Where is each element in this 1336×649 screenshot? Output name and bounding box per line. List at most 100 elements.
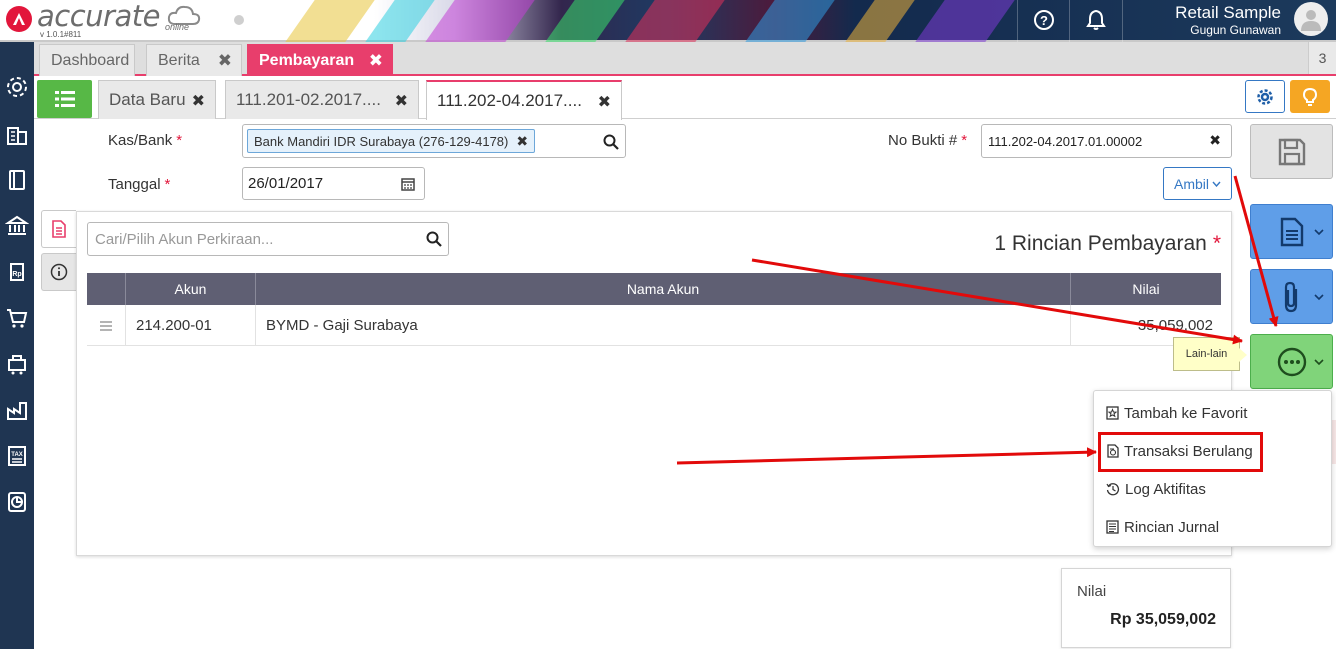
more-actions-button[interactable]: [1250, 334, 1333, 389]
akun-search-input[interactable]: Cari/Pilih Akun Perkiraan...: [87, 222, 449, 256]
total-summary-box: Nilai Rp 35,059,002: [1061, 568, 1231, 648]
app-version: v 1.0.1#811: [40, 30, 82, 39]
user-name[interactable]: Gugun Gunawan: [1190, 23, 1281, 37]
menu-item-label: Tambah ke Favorit: [1124, 404, 1248, 422]
tips-button[interactable]: [1290, 80, 1330, 113]
list-icon: [54, 91, 75, 107]
menu-item-rincian-jurnal[interactable]: Rincian Jurnal: [1106, 516, 1219, 538]
favorite-icon: [1106, 406, 1119, 420]
cell-nama-akun: BYMD - Gaji Surabaya: [256, 305, 1071, 346]
shopping-cart-icon[interactable]: [0, 298, 34, 338]
save-button[interactable]: [1250, 124, 1333, 179]
total-value: Rp 35,059,002: [1110, 611, 1216, 628]
column-header-nilai[interactable]: Nilai: [1071, 273, 1221, 305]
logo-text: accurate: [37, 0, 160, 33]
column-header-nama-akun[interactable]: Nama Akun: [256, 273, 1071, 305]
tab-dashboard[interactable]: Dashboard: [39, 44, 135, 76]
bank-icon[interactable]: [0, 206, 34, 246]
save-disk-icon: [1278, 138, 1305, 165]
company-name[interactable]: Retail Sample: [1175, 3, 1281, 23]
module-tab-bar: Dashboard Berita ✖ Pembayaran ✖ 3: [34, 42, 1336, 76]
tax-icon[interactable]: TAX: [0, 436, 34, 476]
kas-bank-field[interactable]: Bank Mandiri IDR Surabaya (276-129-4178)…: [242, 124, 626, 158]
ledger-book-icon[interactable]: [0, 160, 34, 200]
tanggal-label: Tanggal *: [108, 176, 170, 193]
menu-item-log-aktifitas[interactable]: Log Aktifitas: [1106, 478, 1206, 500]
tab-label: Berita: [158, 51, 200, 69]
tab-detail-document[interactable]: [41, 210, 76, 248]
cell-akun: 214.200-01: [126, 305, 256, 346]
accurate-logo-icon[interactable]: [6, 6, 32, 32]
header-divider: [1122, 0, 1123, 42]
document-icon: [52, 220, 66, 238]
no-bukti-field[interactable]: 111.202-04.2017.01.00002 ✖: [981, 124, 1232, 158]
payment-rp-icon[interactable]: Rp: [0, 252, 34, 292]
menu-item-tambah-favorit[interactable]: Tambah ke Favorit: [1106, 402, 1247, 424]
calendar-icon[interactable]: [401, 177, 415, 191]
clear-icon[interactable]: ✖: [1209, 132, 1221, 149]
logo-suffix: online: [165, 22, 190, 32]
search-icon[interactable]: [426, 231, 442, 247]
attachment-button[interactable]: [1250, 269, 1333, 324]
close-icon[interactable]: ✖: [395, 91, 408, 111]
remove-chip-icon[interactable]: ✖: [516, 133, 528, 150]
list-view-button[interactable]: [37, 80, 92, 118]
tab-label: Pembayaran: [259, 51, 355, 69]
document-tab-bar: Data Baru ✖ 111.201-02.2017.... ✖ 111.20…: [34, 76, 1336, 120]
print-document-button[interactable]: [1250, 204, 1333, 259]
doc-tab-111-201[interactable]: 111.201-02.2017.... ✖: [225, 80, 419, 119]
date-value: 26/01/2017: [248, 175, 324, 192]
chip-value: Bank Mandiri IDR Surabaya (276-129-4178): [254, 133, 509, 149]
company-building-icon[interactable]: [0, 114, 34, 154]
notification-bell-icon[interactable]: [1086, 9, 1106, 34]
tab-berita[interactable]: Berita ✖: [146, 44, 242, 76]
header-decoration: [365, 0, 435, 42]
tab-pembayaran[interactable]: Pembayaran ✖: [247, 44, 393, 76]
required-mark: *: [961, 132, 968, 149]
sales-cart-icon[interactable]: [0, 344, 34, 384]
journal-icon: [1106, 520, 1119, 534]
kas-bank-chip[interactable]: Bank Mandiri IDR Surabaya (276-129-4178)…: [247, 129, 536, 153]
drag-handle-icon[interactable]: [87, 305, 126, 346]
chevron-down-icon: [1212, 181, 1221, 187]
report-chart-icon[interactable]: [0, 482, 34, 522]
gear-icon: [1257, 88, 1273, 105]
tab-label: Dashboard: [51, 51, 130, 69]
close-icon[interactable]: ✖: [598, 92, 611, 112]
menu-item-label: Rincian Jurnal: [1124, 518, 1220, 536]
settings-gear-icon[interactable]: [0, 67, 34, 107]
table-row[interactable]: 214.200-01 BYMD - Gaji Surabaya 35,059,0…: [87, 305, 1221, 346]
no-bukti-value: 111.202-04.2017.01.00002: [988, 134, 1143, 149]
required-mark: *: [176, 132, 183, 149]
doc-tab-data-baru[interactable]: Data Baru ✖: [98, 80, 216, 119]
search-icon[interactable]: [603, 134, 619, 150]
more-actions-menu: Tambah ke Favorit Transaksi Berulang Log…: [1093, 390, 1332, 547]
label-text: No Bukti #: [888, 132, 958, 149]
info-icon: [50, 263, 68, 281]
help-icon[interactable]: ?: [1033, 9, 1055, 34]
column-header-akun[interactable]: Akun: [126, 273, 256, 305]
lain-lain-tooltip: Lain-lain: [1173, 337, 1247, 371]
tanggal-date-field[interactable]: 26/01/2017: [242, 167, 425, 200]
table-header: Akun Nama Akun Nilai: [87, 273, 1221, 305]
more-dots-icon: [1277, 347, 1306, 376]
kas-bank-label: Kas/Bank *: [108, 132, 182, 149]
total-label: Nilai: [1077, 583, 1107, 600]
open-tab-count[interactable]: 3: [1308, 42, 1336, 74]
menu-item-label: Log Aktifitas: [1125, 480, 1206, 498]
doc-tab-111-202[interactable]: 111.202-04.2017.... ✖: [426, 80, 622, 120]
tab-info[interactable]: [41, 253, 76, 291]
header-decoration: [915, 0, 1015, 42]
header-decoration: [425, 0, 535, 42]
document-icon: [1280, 217, 1303, 246]
form-settings-button[interactable]: [1245, 80, 1285, 113]
label-text: Tanggal: [108, 176, 161, 193]
search-placeholder: Cari/Pilih Akun Perkiraan...: [95, 231, 274, 248]
inventory-factory-icon[interactable]: [0, 390, 34, 430]
close-icon[interactable]: ✖: [192, 91, 205, 111]
close-icon[interactable]: ✖: [218, 51, 232, 71]
close-icon[interactable]: ✖: [369, 51, 383, 71]
avatar[interactable]: [1294, 2, 1328, 36]
header-decoration: [545, 0, 625, 42]
ambil-button[interactable]: Ambil: [1163, 167, 1232, 200]
